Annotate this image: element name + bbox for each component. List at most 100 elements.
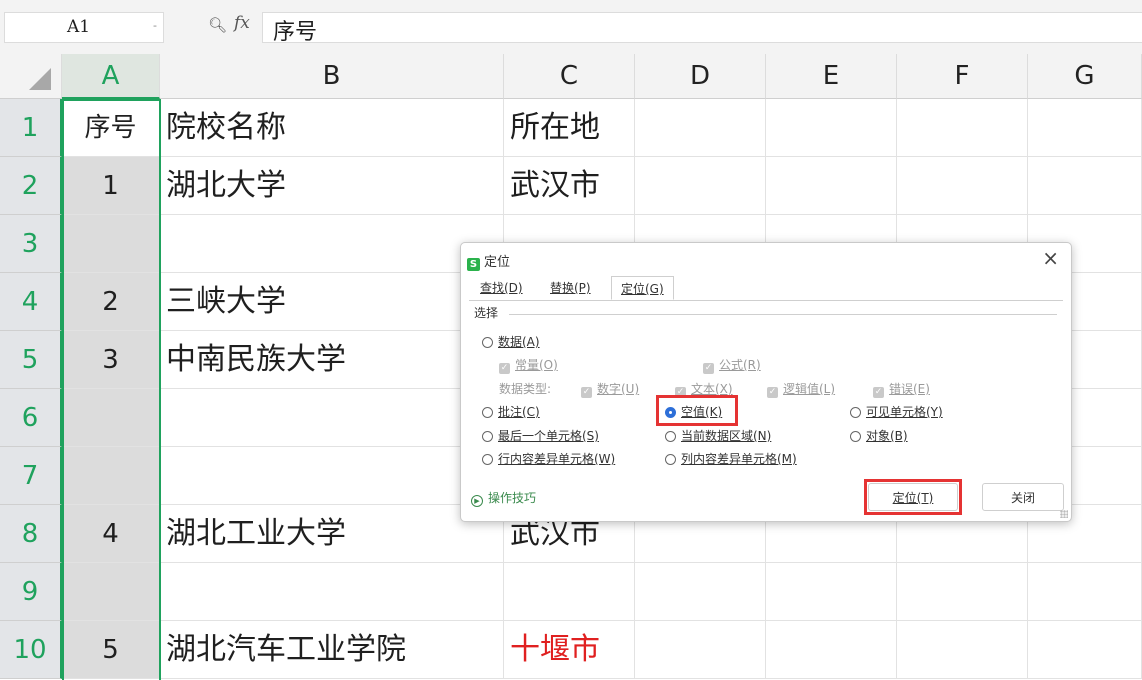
row-header-3[interactable]: 3 (0, 215, 62, 273)
row-header-1[interactable]: 1 (0, 99, 62, 157)
cell-g10[interactable] (1028, 621, 1142, 679)
cell-a10[interactable]: 5 (62, 621, 160, 679)
checkbox-number[interactable]: ✓ 数字(U) (581, 380, 639, 398)
app-logo-icon: S (467, 258, 480, 271)
dialog-tabs: 查找(D) 替换(P) 定位(G) (469, 276, 1063, 301)
row-header-10[interactable]: 10 (0, 621, 62, 679)
radio-icon (665, 431, 676, 442)
row-header-7[interactable]: 7 (0, 447, 62, 505)
cell-b5[interactable]: 中南民族大学 (160, 331, 504, 389)
cell-a3[interactable] (62, 215, 160, 273)
column-header-e[interactable]: E (766, 54, 897, 99)
checkbox-logical[interactable]: ✓ 逻辑值(L) (767, 380, 835, 398)
cell-b9[interactable] (160, 563, 504, 621)
formula-input[interactable]: 序号 (262, 12, 1142, 45)
cell-a8[interactable]: 4 (62, 505, 160, 563)
cell-reference: A1 (67, 17, 91, 37)
cell-c9[interactable] (504, 563, 635, 621)
checkbox-icon: ✓ (499, 363, 510, 374)
radio-visible-cells[interactable]: 可见单元格(Y) (850, 403, 943, 420)
chevron-down-icon[interactable]: - (153, 19, 157, 32)
row-header-2[interactable]: 2 (0, 157, 62, 215)
cell-a5[interactable]: 3 (62, 331, 160, 389)
radio-icon (482, 454, 493, 465)
checkbox-error[interactable]: ✓ 错误(E) (873, 380, 930, 398)
cell-c10[interactable]: 十堰市 (504, 621, 635, 679)
cell-g2[interactable] (1028, 157, 1142, 215)
radio-row-diff[interactable]: 行内容差异单元格(W) (482, 450, 615, 467)
row-header-8[interactable]: 8 (0, 505, 62, 563)
locate-dialog: S 定位 × 查找(D) 替换(P) 定位(G) 选择 数据(A) ✓ 常量(O) … (460, 242, 1072, 522)
cell-g9[interactable] (1028, 563, 1142, 621)
cell-a7[interactable] (62, 447, 160, 505)
radio-last-cell[interactable]: 最后一个单元格(S) (482, 427, 599, 444)
row-header-6[interactable]: 6 (0, 389, 62, 447)
cell-g1[interactable] (1028, 99, 1142, 157)
cell-e2[interactable] (766, 157, 897, 215)
cell-b2[interactable]: 湖北大学 (160, 157, 504, 215)
row-header-4[interactable]: 4 (0, 273, 62, 331)
checkbox-icon: ✓ (873, 387, 884, 398)
section-label: 选择 (474, 304, 503, 321)
close-button[interactable]: 关闭 (982, 483, 1064, 511)
row-header-5[interactable]: 5 (0, 331, 62, 389)
cell-b10[interactable]: 湖北汽车工业学院 (160, 621, 504, 679)
fx-icon[interactable]: fx (234, 13, 250, 33)
cell-b3[interactable] (160, 215, 504, 273)
cell-a9[interactable] (62, 563, 160, 621)
radio-icon (482, 431, 493, 442)
cell-e10[interactable] (766, 621, 897, 679)
column-header-b[interactable]: B (160, 54, 504, 99)
cell-c1[interactable]: 所在地 (504, 99, 635, 157)
column-header-g[interactable]: G (1028, 54, 1142, 99)
radio-comment[interactable]: 批注(C) (482, 403, 540, 420)
cell-b8[interactable]: 湖北工业大学 (160, 505, 504, 563)
cell-a2[interactable]: 1 (62, 157, 160, 215)
name-box[interactable]: A1 - (4, 12, 164, 43)
cell-b6[interactable] (160, 389, 504, 447)
radio-data[interactable]: 数据(A) (482, 333, 540, 350)
radio-object[interactable]: 对象(B) (850, 427, 908, 444)
cell-b7[interactable] (160, 447, 504, 505)
cell-a1[interactable]: 序号 (62, 99, 160, 157)
row-header-9[interactable]: 9 (0, 563, 62, 621)
dialog-title-text: 定位 (484, 255, 511, 270)
tips-link[interactable]: ▶ 操作技巧 (471, 489, 536, 507)
cell-e1[interactable] (766, 99, 897, 157)
cell-d9[interactable] (635, 563, 766, 621)
column-header-a[interactable]: A (62, 54, 160, 99)
cell-d1[interactable] (635, 99, 766, 157)
column-header-f[interactable]: F (897, 54, 1028, 99)
cell-b1[interactable]: 院校名称 (160, 99, 504, 157)
column-header-c[interactable]: C (504, 54, 635, 99)
cell-b4[interactable]: 三峡大学 (160, 273, 504, 331)
cell-a4[interactable]: 2 (62, 273, 160, 331)
select-all-corner[interactable] (0, 54, 62, 99)
data-type-label: 数据类型: (499, 382, 552, 396)
zoom-icon[interactable]: 🔍︎ (208, 16, 227, 34)
radio-icon (482, 337, 493, 348)
cell-c2[interactable]: 武汉市 (504, 157, 635, 215)
cell-e9[interactable] (766, 563, 897, 621)
cell-f2[interactable] (897, 157, 1028, 215)
checkbox-formula[interactable]: ✓ 公式(R) (703, 356, 761, 374)
cell-f10[interactable] (897, 621, 1028, 679)
close-icon[interactable]: × (1042, 246, 1059, 270)
cell-d10[interactable] (635, 621, 766, 679)
tab-locate[interactable]: 定位(G) (611, 276, 674, 300)
radio-col-diff[interactable]: 列内容差异单元格(M) (665, 450, 797, 467)
annotation-box-blank (656, 395, 738, 426)
radio-current-region[interactable]: 当前数据区域(N) (665, 427, 771, 444)
section-divider (509, 314, 1057, 315)
resize-grip-icon[interactable] (1060, 510, 1068, 518)
cell-f1[interactable] (897, 99, 1028, 157)
cell-d2[interactable] (635, 157, 766, 215)
column-header-d[interactable]: D (635, 54, 766, 99)
checkbox-icon: ✓ (703, 363, 714, 374)
checkbox-icon: ✓ (581, 387, 592, 398)
checkbox-constant[interactable]: ✓ 常量(O) (499, 356, 558, 374)
tab-find[interactable]: 查找(D) (471, 276, 532, 300)
cell-f9[interactable] (897, 563, 1028, 621)
tab-replace[interactable]: 替换(P) (541, 276, 600, 300)
cell-a6[interactable] (62, 389, 160, 447)
